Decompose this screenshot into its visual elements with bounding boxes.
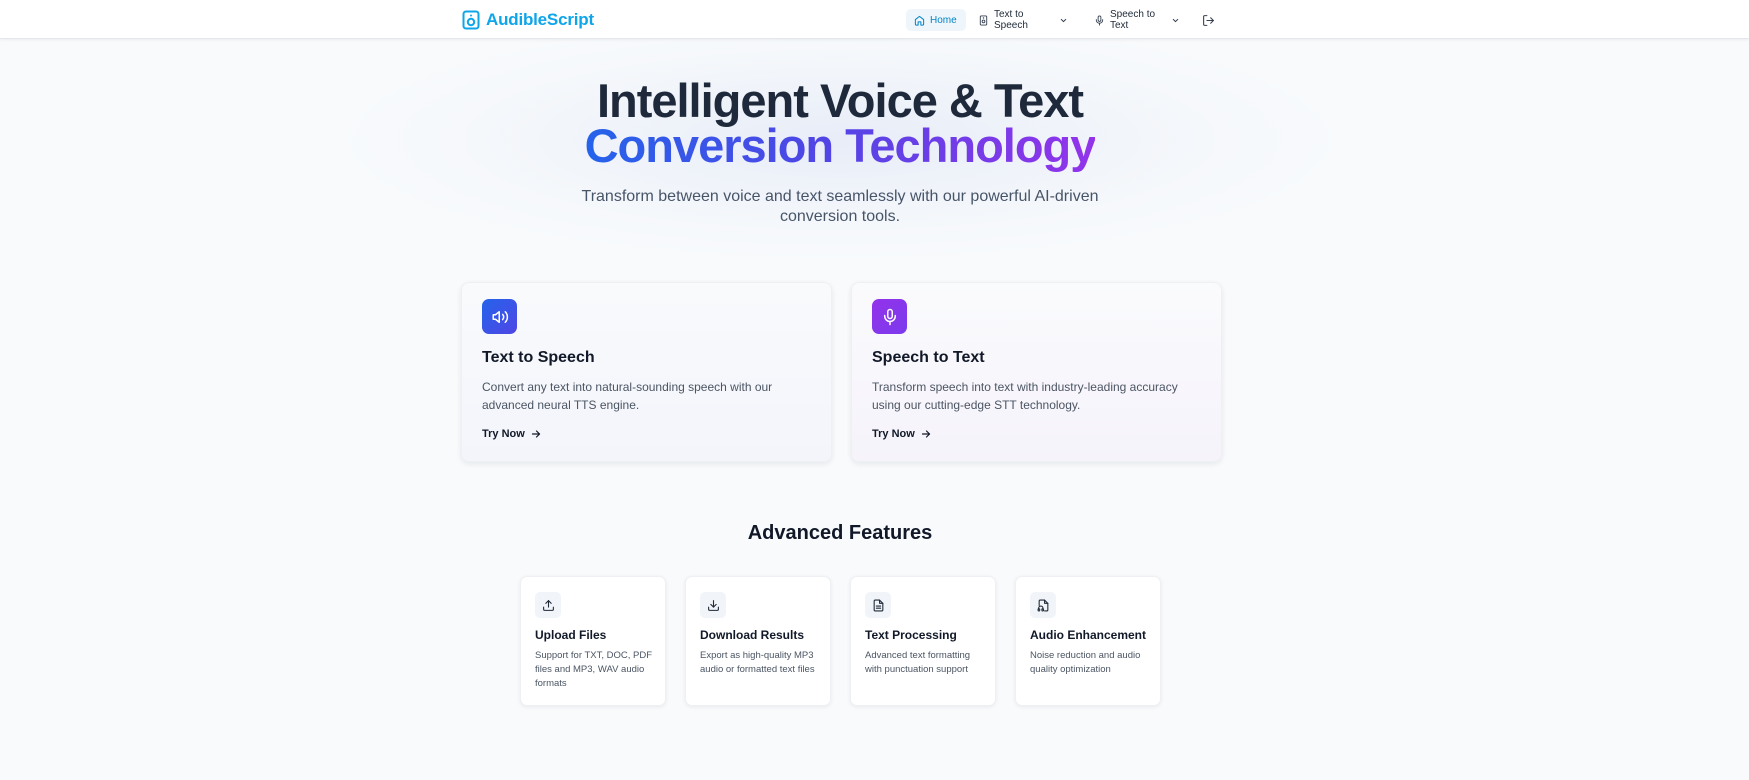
feature-description: Noise reduction and audio quality optimi… (1030, 650, 1141, 675)
feature-card-text-processing: Text Processing Advanced text formatting… (850, 576, 996, 706)
upload-icon (535, 592, 561, 618)
nav-text-to-speech-label: Text to Speech (994, 9, 1028, 31)
audio-file-icon (1030, 592, 1056, 618)
microphone-icon (872, 299, 907, 334)
main-nav: Home Text to Speech Speech to Text (0, 0, 1749, 39)
service-card-text-to-speech: Text to Speech Convert any text into nat… (461, 282, 832, 462)
nav-text-to-speech-dropdown[interactable]: Text to Speech (970, 9, 1076, 31)
hero-title-line-2: Conversion Technology (0, 119, 1680, 173)
chevron-down-icon (1172, 18, 1179, 22)
top-navigation-bar: AudibleScript Home Text to Speech Speech… (0, 0, 1749, 39)
try-now-speech-to-text-link[interactable]: Try Now (872, 428, 932, 440)
advanced-features-heading: Advanced Features (747, 522, 933, 544)
nav-home-label: Home (930, 14, 957, 26)
service-card-title: Speech to Text (872, 349, 985, 366)
feature-card-upload-files: Upload Files Support for TXT, DOC, PDF f… (520, 576, 666, 706)
download-icon (700, 592, 726, 618)
logout-button[interactable] (1196, 9, 1222, 31)
arrow-right-icon (531, 430, 540, 438)
service-card-title: Text to Speech (482, 349, 595, 366)
service-card-description: Convert any text into natural-sounding s… (482, 380, 773, 412)
nav-speech-to-text-dropdown[interactable]: Speech to Text (1086, 9, 1188, 31)
arrow-right-icon (921, 430, 930, 438)
service-card-speech-to-text: Speech to Text Transform speech into tex… (851, 282, 1222, 462)
feature-title: Audio Enhancement (1030, 628, 1147, 642)
service-card-description: Transform speech into text with industry… (872, 380, 1178, 412)
try-now-label: Try Now (482, 428, 525, 440)
feature-title: Text Processing (865, 628, 957, 642)
try-now-text-to-speech-link[interactable]: Try Now (482, 428, 542, 440)
nav-home[interactable]: Home (906, 9, 966, 31)
feature-title: Upload Files (535, 628, 607, 642)
chevron-down-icon (1060, 18, 1067, 22)
feature-card-download-results: Download Results Export as high-quality … (685, 576, 831, 706)
feature-description: Export as high-quality MP3 audio or form… (700, 650, 815, 675)
nav-speech-to-text-label: Speech to Text (1110, 9, 1156, 31)
home-icon (914, 15, 925, 26)
hero-subtitle: Transform between voice and text seamles… (581, 188, 1099, 225)
feature-card-audio-enhancement: Audio Enhancement Noise reduction and au… (1015, 576, 1161, 706)
speaker-icon (979, 14, 988, 26)
hero-title-gradient-text: Conversion Technology (584, 119, 1097, 172)
speaker-icon (482, 299, 517, 334)
feature-description: Advanced text formatting with punctuatio… (865, 650, 971, 675)
microphone-icon (1095, 14, 1104, 26)
feature-description: Support for TXT, DOC, PDF files and MP3,… (535, 650, 653, 689)
feature-title: Download Results (700, 628, 805, 642)
document-icon (865, 592, 891, 618)
logout-icon (1203, 14, 1214, 26)
try-now-label: Try Now (872, 428, 915, 440)
